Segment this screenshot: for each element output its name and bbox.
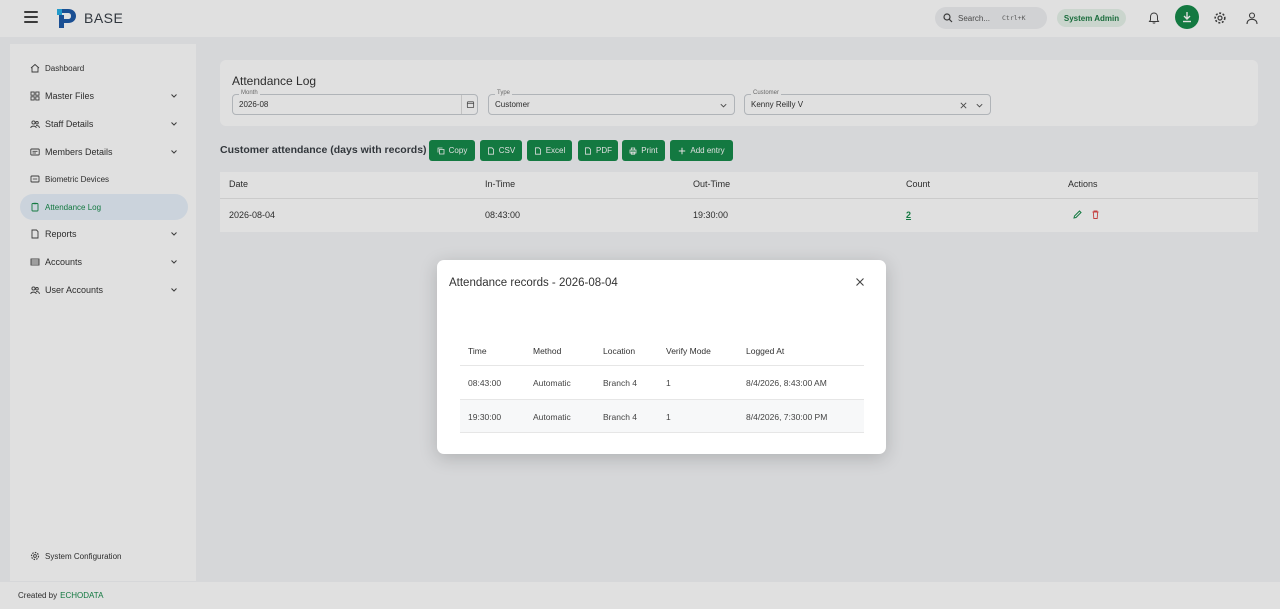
cell-location: Branch 4 [603,378,638,388]
modal-header-verify-mode: Verify Mode [666,346,711,356]
cell-method: Automatic [533,412,571,422]
modal-header-method: Method [533,346,562,356]
cell-verify-mode: 1 [666,412,671,422]
cell-method: Automatic [533,378,571,388]
cell-logged-at: 8/4/2026, 8:43:00 AM [746,378,827,388]
table-row: 08:43:00 Automatic Branch 4 1 8/4/2026, … [460,366,864,399]
close-icon[interactable] [855,277,867,289]
cell-verify-mode: 1 [666,378,671,388]
attendance-records-modal: Attendance records - 2026-08-04 Time Met… [437,260,886,454]
modal-header-time: Time [468,346,487,356]
cell-time: 08:43:00 [468,378,502,388]
table-row: 19:30:00 Automatic Branch 4 1 8/4/2026, … [460,400,864,433]
modal-title: Attendance records - 2026-08-04 [449,277,618,289]
cell-location: Branch 4 [603,412,638,422]
modal-header-logged-at: Logged At [746,346,785,356]
row-divider [460,432,864,433]
cell-time: 19:30:00 [468,412,502,422]
cell-logged-at: 8/4/2026, 7:30:00 PM [746,412,828,422]
modal-header-location: Location [603,346,636,356]
